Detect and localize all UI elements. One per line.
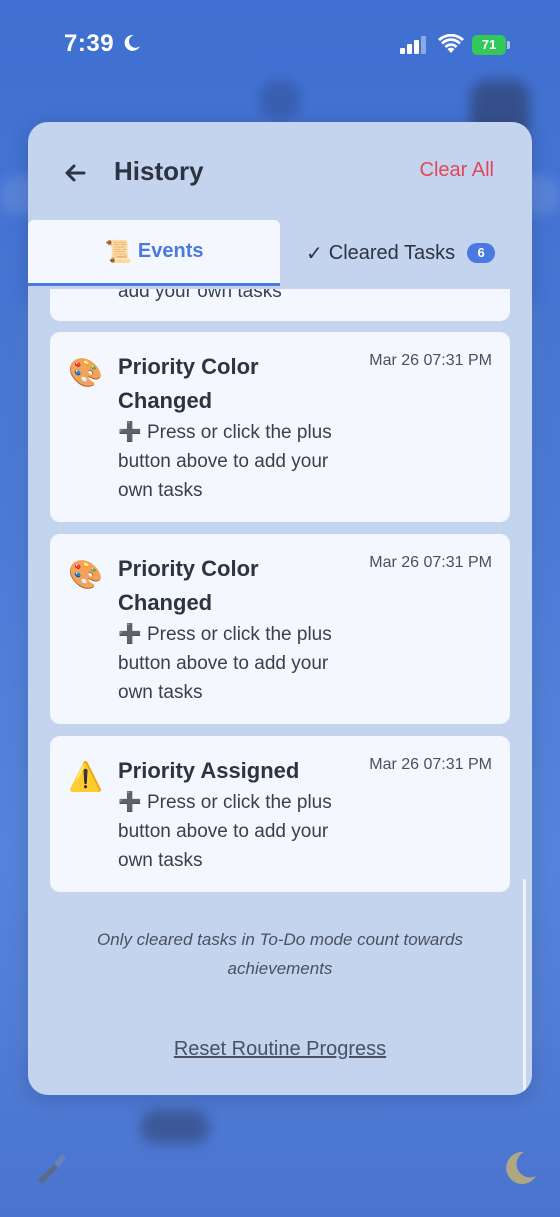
event-card: 🎨 Priority Color Changed Mar 26 07:31 PM… <box>50 332 510 522</box>
moon-icon[interactable] <box>500 1148 540 1188</box>
event-description: ➕ Press or click the plus button above t… <box>118 620 338 707</box>
warning-icon: ⚠️ <box>68 761 103 792</box>
tab-cleared-tasks-label: Cleared Tasks <box>328 241 456 264</box>
event-description-text: Press or click the plus button above to … <box>118 422 332 501</box>
event-description: ➕ Press or click the plus button above t… <box>118 788 338 875</box>
cleared-count-badge: 6 <box>467 243 496 263</box>
clear-all-button[interactable]: Clear All <box>420 159 494 182</box>
events-list[interactable]: add your own tasks 🎨 Priority Color Chan… <box>28 289 532 1095</box>
reset-routine-progress-link[interactable]: Reset Routine Progress <box>28 1038 532 1061</box>
battery-tip <box>507 41 510 49</box>
event-description-text: Press or click the plus button above to … <box>118 792 332 871</box>
moon-icon <box>124 34 140 51</box>
event-card: 🎨 Priority Color Changed Mar 26 07:31 PM… <box>50 534 510 724</box>
event-title: Priority Color Changed <box>118 354 259 413</box>
battery-level: 71 <box>472 35 506 55</box>
event-description: ➕ Press or click the plus button above t… <box>118 418 338 505</box>
event-description-text: Press or click the plus button above to … <box>118 624 332 703</box>
page-title: History <box>114 156 204 186</box>
scroll-icon: 📜 <box>104 238 132 264</box>
cellular-signal-icon <box>400 36 426 54</box>
background-blur-shape <box>140 1110 210 1144</box>
wifi-icon <box>438 34 464 53</box>
event-timestamp: Mar 26 07:31 PM <box>369 554 492 571</box>
event-title: Priority Color Changed <box>118 556 259 615</box>
tab-bar: 📜 Events ✓ Cleared Tasks 6 <box>28 220 532 286</box>
scrollbar[interactable] <box>523 879 526 1095</box>
palette-icon: 🎨 <box>68 357 103 388</box>
event-title: Priority Assigned <box>118 758 300 783</box>
battery-indicator: 71 <box>472 35 510 55</box>
checkmark-icon: ✓ <box>306 242 323 265</box>
status-bar: 7:39 71 <box>0 0 560 90</box>
plus-icon: ➕ <box>118 792 142 813</box>
plus-icon: ➕ <box>118 624 142 645</box>
status-time: 7:39 <box>64 30 115 57</box>
event-description: add your own tasks <box>118 289 282 302</box>
palette-icon: 🎨 <box>68 559 103 590</box>
tab-events[interactable]: 📜 Events <box>28 220 280 286</box>
achievements-footnote: Only cleared tasks in To-Do mode count t… <box>97 930 463 978</box>
plus-icon: ➕ <box>118 422 142 443</box>
modal-header: History Clear All <box>28 122 532 222</box>
tab-cleared-tasks[interactable]: ✓ Cleared Tasks 6 <box>306 220 532 286</box>
event-timestamp: Mar 26 07:31 PM <box>369 352 492 369</box>
tab-events-label: Events <box>137 240 204 262</box>
back-arrow-icon[interactable] <box>60 158 90 188</box>
event-timestamp: Mar 26 07:31 PM <box>369 756 492 773</box>
event-card: ⚠️ Priority Assigned Mar 26 07:31 PM ➕ P… <box>50 736 510 892</box>
event-card: add your own tasks <box>50 289 510 321</box>
history-modal: History Clear All 📜 Events ✓ Cleared Tas… <box>28 122 532 1095</box>
brush-icon[interactable] <box>34 1150 68 1184</box>
